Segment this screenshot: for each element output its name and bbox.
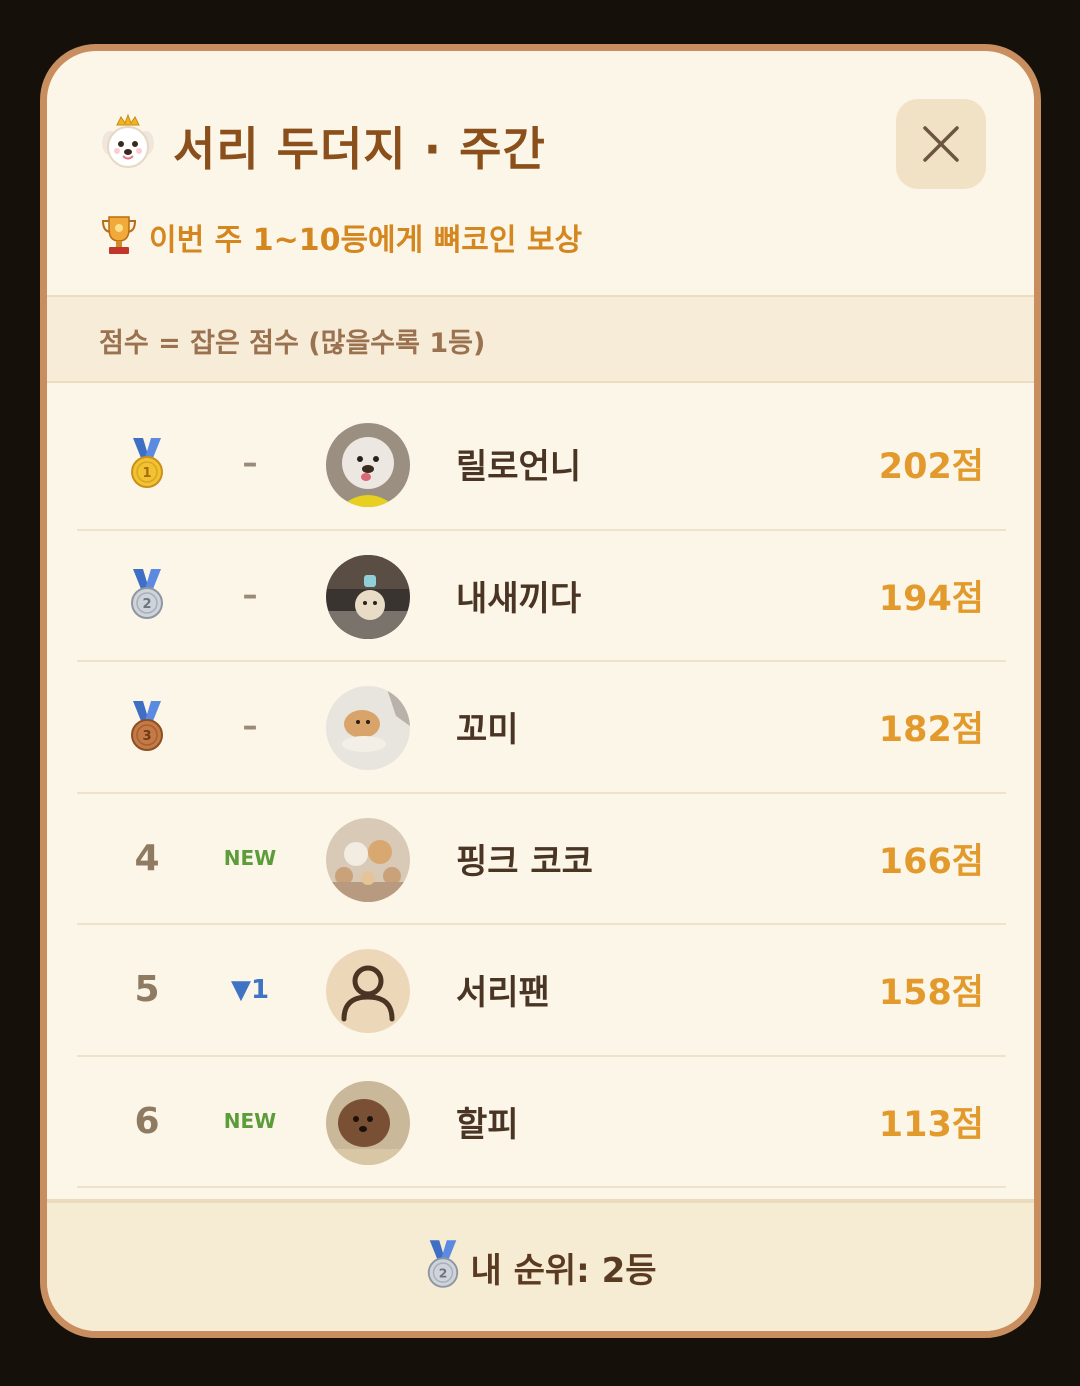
- title-row: 서리 두더지 · 주간: [97, 111, 546, 181]
- rank-number: 5: [134, 969, 160, 1011]
- list-item: 5 ▼1 서리팬 158점: [77, 925, 1006, 1057]
- leaderboard-list: 1 – 릴로언니 202점 2 – 내새끼다 194점 3 – 꼬미 182점 …: [77, 399, 1006, 1188]
- puppy-crown-icon: [97, 113, 159, 179]
- dog-photo-avatar: [326, 817, 410, 902]
- player-score: 113점: [878, 1104, 984, 1145]
- player-name: 서리팬: [456, 973, 550, 1014]
- list-item: 6 NEW 할피 113점: [77, 1057, 1006, 1188]
- dog-photo-avatar: [326, 686, 410, 770]
- score-info-band: 점수 = 잡은 점수 (많을수록 1등): [47, 295, 1034, 383]
- my-rank-footer: 2 내 순위: 2등: [47, 1199, 1034, 1331]
- rank-change: –: [242, 446, 258, 482]
- player-score: 194점: [878, 578, 984, 619]
- dog-photo-avatar: [326, 423, 410, 507]
- svg-text:3: 3: [142, 729, 151, 744]
- player-score: 166점: [878, 841, 984, 882]
- close-button[interactable]: [896, 99, 986, 189]
- player-name: 릴로언니: [456, 447, 582, 488]
- list-item: 1 – 릴로언니 202점: [77, 399, 1006, 531]
- player-name: 내새끼다: [456, 578, 582, 619]
- player-name: 할피: [456, 1104, 519, 1145]
- gold-medal-icon: 1: [117, 399, 177, 529]
- my-rank-text: 내 순위: 2등: [470, 1250, 657, 1291]
- default-user-avatar: [326, 949, 410, 1033]
- trophy-icon: [99, 213, 139, 261]
- player-name: 핑크 코코: [456, 841, 593, 882]
- rank-change: –: [242, 709, 258, 745]
- rank-change: –: [242, 577, 258, 613]
- modal-header: 서리 두더지 · 주간 이번 주 1~10등에게 뼈코인 보상: [47, 51, 1034, 296]
- score-info-text: 점수 = 잡은 점수 (많을수록 1등): [99, 328, 486, 359]
- dog-photo-avatar: [326, 554, 410, 639]
- reward-notice: 이번 주 1~10등에게 뼈코인 보상: [99, 213, 582, 261]
- close-icon: [923, 126, 959, 162]
- svg-text:2: 2: [439, 1266, 448, 1280]
- dog-photo-avatar: [326, 1080, 410, 1165]
- player-score: 158점: [878, 973, 984, 1014]
- rank-change: ▼1: [230, 974, 270, 1005]
- rank-change: NEW: [223, 1109, 277, 1134]
- leaderboard-modal: 서리 두더지 · 주간 이번 주 1~10등에게 뼈코인 보상 점수 = 잡은 …: [40, 44, 1041, 1338]
- silver-medal-icon: 2: [117, 531, 177, 661]
- list-item: 3 – 꼬미 182점: [77, 662, 1006, 794]
- rank-change: NEW: [223, 846, 277, 871]
- svg-text:2: 2: [142, 597, 151, 612]
- player-score: 202점: [878, 447, 984, 488]
- list-item: 4 NEW 핑크 코코 166점: [77, 794, 1006, 925]
- list-item: 2 – 내새끼다 194점: [77, 531, 1006, 662]
- silver-medal-icon: 2: [424, 1240, 462, 1294]
- rank-number: 4: [134, 837, 160, 879]
- player-score: 182점: [878, 710, 984, 751]
- player-name: 꼬미: [456, 710, 519, 751]
- svg-text:1: 1: [142, 466, 151, 481]
- page-title: 서리 두더지 · 주간: [173, 122, 546, 176]
- rank-number: 6: [134, 1100, 160, 1142]
- bronze-medal-icon: 3: [117, 662, 177, 792]
- reward-text: 이번 주 1~10등에게 뼈코인 보상: [149, 223, 583, 258]
